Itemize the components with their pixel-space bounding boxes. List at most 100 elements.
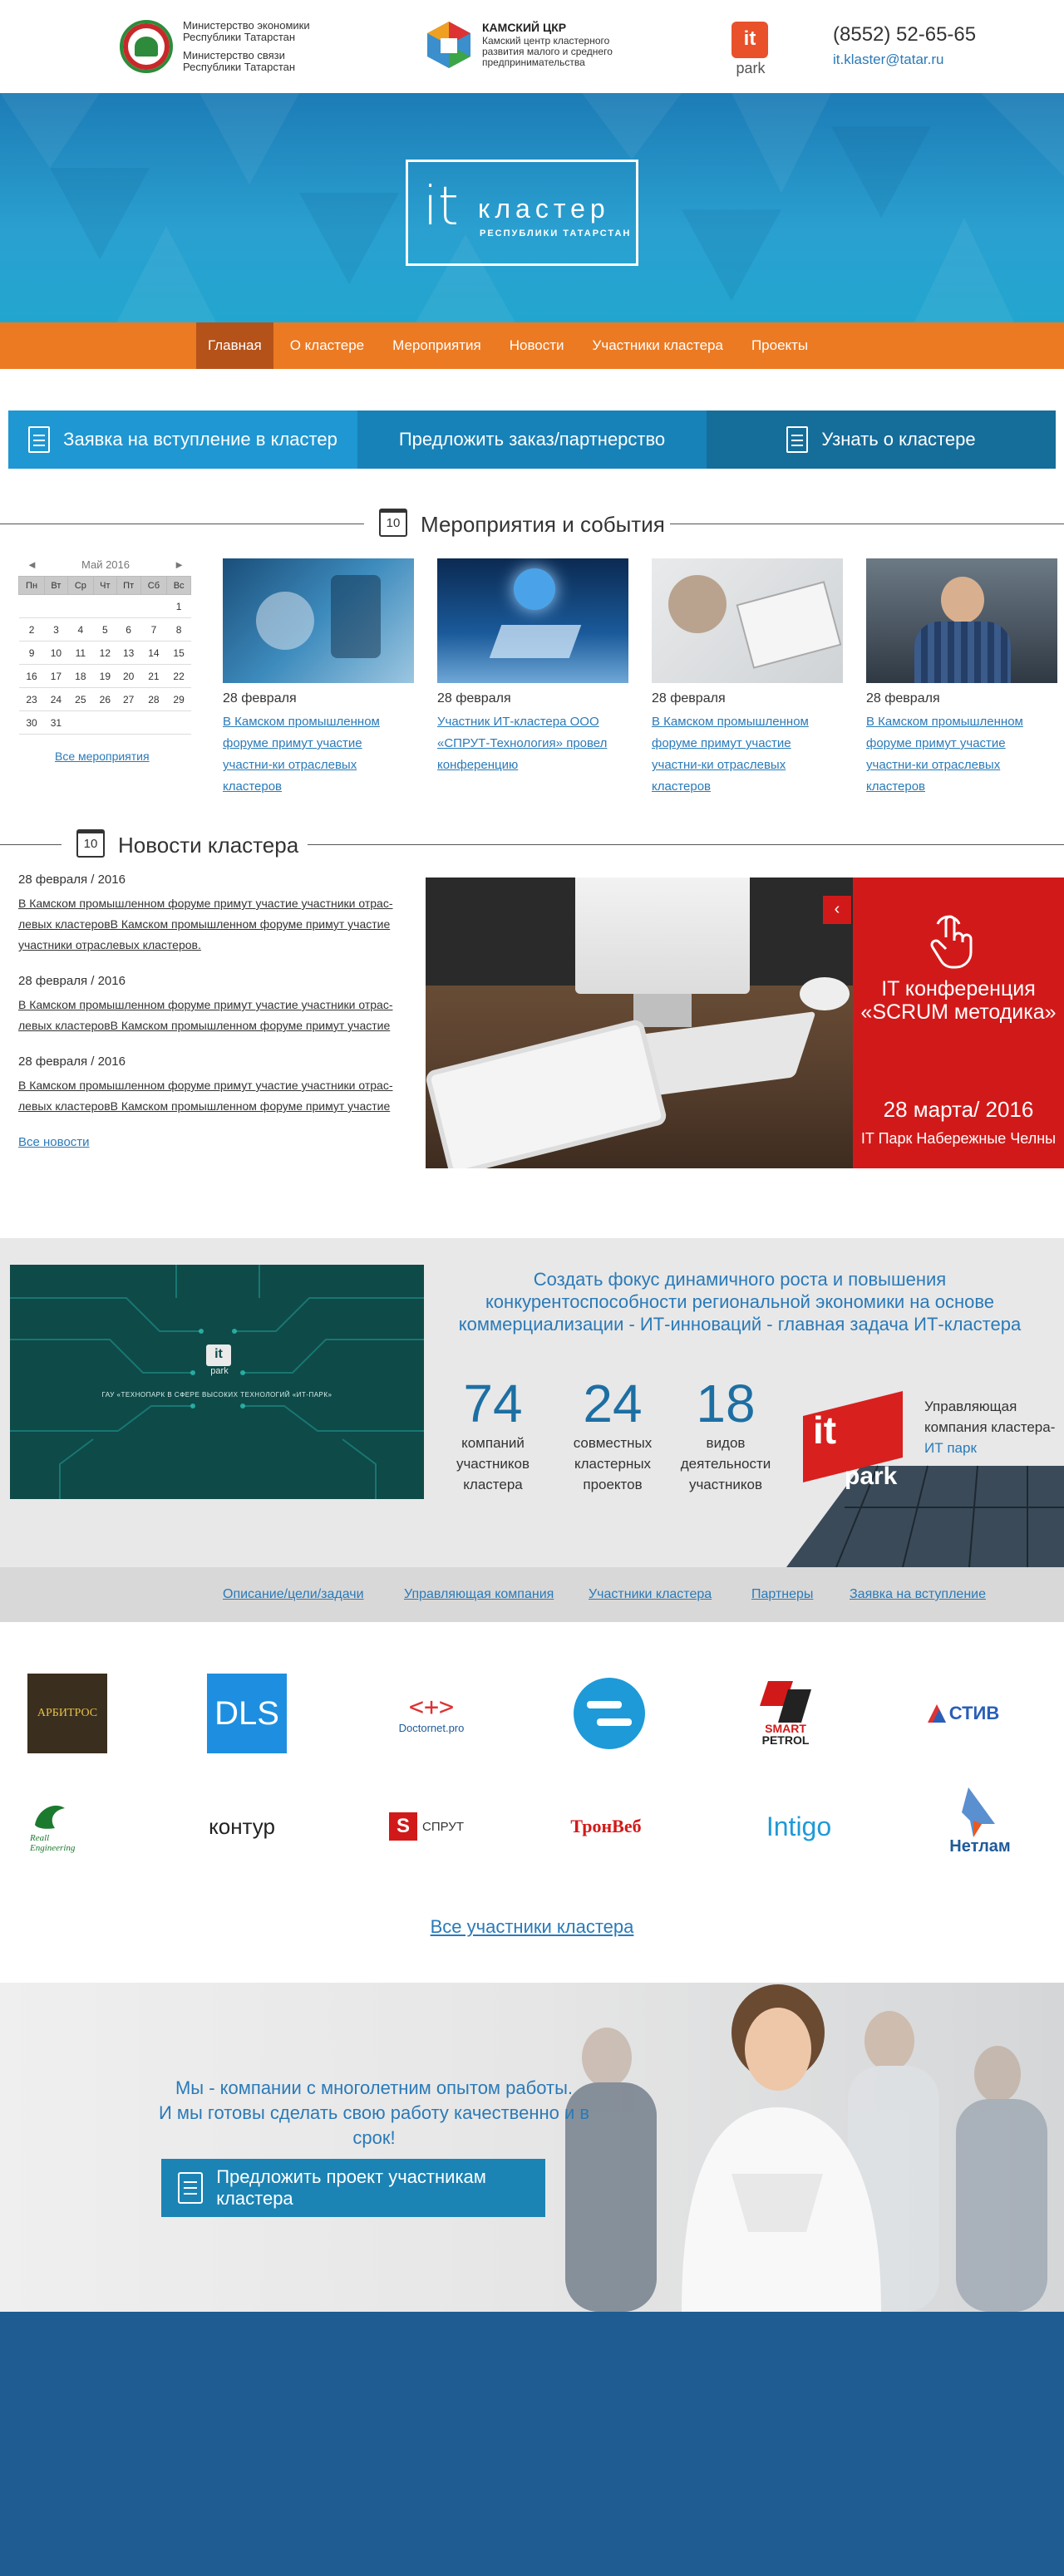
calendar-next-button[interactable]: ► — [174, 558, 185, 571]
calendar-prev-button[interactable]: ◄ — [27, 558, 37, 571]
calendar-day[interactable]: 22 — [166, 664, 191, 688]
news-text-link[interactable]: В Камском промышленном форуме примут уча… — [18, 995, 409, 1036]
sublink-members[interactable]: Участники кластера — [589, 1587, 712, 1602]
calendar-weekday: Ср — [66, 576, 94, 595]
partner-netkam[interactable]: Нетлам — [926, 1780, 1034, 1863]
calendar-day — [116, 594, 141, 618]
nav-item-members[interactable]: Участники кластера — [581, 322, 735, 369]
stat-projects: 24 совместных кластерных проектов — [559, 1374, 667, 1495]
event-card[interactable]: 28 февраля Участник ИТ-кластера ООО «СПР… — [437, 558, 628, 776]
partner-smart-petrol[interactable]: SMART PETROL — [732, 1672, 840, 1755]
itpark-logo[interactable]: it park — [732, 22, 770, 80]
event-card[interactable]: 28 февраля В Камском промышленном форуме… — [652, 558, 843, 798]
event-title-link[interactable]: В Камском промышленном форуме примут уча… — [866, 711, 1057, 798]
all-partners-link[interactable]: Все участники кластера — [0, 1916, 1064, 1938]
calendar-day[interactable]: 5 — [93, 617, 117, 642]
sublink-partners[interactable]: Партнеры — [751, 1587, 813, 1602]
nav-item-news[interactable]: Новости — [498, 322, 576, 369]
stat-companies: 74 компаний участников кластера — [439, 1374, 547, 1495]
email-link[interactable]: it.klaster@tatar.ru — [833, 52, 999, 68]
news-item[interactable]: 28 февраля / 2016 В Камском промышленном… — [18, 873, 409, 956]
learn-about-button[interactable]: Узнать о кластере — [707, 410, 1056, 469]
all-events-link[interactable]: Все мероприятия — [55, 750, 193, 763]
calendar-day[interactable]: 4 — [67, 617, 94, 642]
video-preview[interactable]: it park ГАУ «ТЕХНОПАРК В СФЕРЕ ВЫСОКИХ Т… — [10, 1265, 424, 1499]
nav-item-home[interactable]: Главная — [196, 322, 273, 369]
nav-item-projects[interactable]: Проекты — [740, 322, 820, 369]
event-card[interactable]: 28 февраля В Камском промышленном форуме… — [223, 558, 414, 798]
news-section-header: 10 Новости кластера — [0, 828, 1064, 861]
slider-prev-button[interactable]: ‹ — [823, 896, 851, 924]
calendar-day[interactable]: 31 — [44, 710, 68, 735]
event-date: 28 февраля — [652, 691, 726, 705]
event-title-link[interactable]: Участник ИТ-кластера ООО «СПРУТ-Технолог… — [437, 711, 628, 776]
hand-cursor-icon — [930, 915, 973, 969]
it-cluster-logo[interactable]: it кластер РЕСПУБЛИКИ ТАТАРСТАН — [406, 160, 638, 266]
news-text-link[interactable]: В Камском промышленном форуме примут уча… — [18, 893, 409, 956]
calendar-day[interactable]: 20 — [116, 664, 141, 688]
featured-event-card[interactable]: IT конференция «SCRUM методика» 28 марта… — [853, 878, 1064, 1168]
nav-item-events[interactable]: Мероприятия — [381, 322, 493, 369]
news-item[interactable]: 28 февраля / 2016 В Камском промышленном… — [18, 1054, 409, 1117]
calendar-day[interactable]: 26 — [93, 687, 117, 711]
nav-item-about[interactable]: О кластере — [278, 322, 376, 369]
propose-project-button[interactable]: Предложить проект участникам кластера — [161, 2159, 545, 2217]
calendar-day[interactable]: 19 — [93, 664, 117, 688]
offer-partnership-button[interactable]: Предложить заказ/партнерство — [357, 410, 707, 469]
event-title-link[interactable]: В Камском промышленном форуме примут уча… — [223, 711, 414, 798]
calendar-day[interactable]: 3 — [44, 617, 68, 642]
management-link[interactable]: ИТ парк — [924, 1440, 977, 1456]
calendar-day — [93, 710, 117, 735]
partner-kontur[interactable]: контур — [188, 1785, 296, 1868]
calendar-day[interactable]: 18 — [67, 664, 94, 688]
calendar-day[interactable]: 8 — [166, 617, 191, 642]
event-image-tablet — [437, 558, 628, 683]
calendar-day[interactable]: 25 — [67, 687, 94, 711]
all-news-link[interactable]: Все новости — [18, 1135, 90, 1149]
calendar-day[interactable]: 17 — [44, 664, 68, 688]
featured-news-image — [426, 878, 853, 1168]
news-text-link[interactable]: В Камском промышленном форуме примут уча… — [18, 1075, 409, 1117]
partner-tronweb[interactable]: ТронВеб — [552, 1785, 660, 1868]
calendar-day[interactable]: 6 — [116, 617, 141, 642]
kamsk-logo[interactable]: КАМСКИЙ ЦКР Камский центр кластерного ра… — [426, 20, 648, 70]
calendar-day[interactable]: 7 — [140, 617, 167, 642]
calendar-day[interactable]: 27 — [116, 687, 141, 711]
partner-dls[interactable]: DLS — [193, 1672, 301, 1755]
join-cluster-button[interactable]: Заявка на вступление в кластер — [8, 410, 357, 469]
sublink-description[interactable]: Описание/цели/задачи — [223, 1587, 364, 1602]
sublink-management[interactable]: Управляющая компания — [404, 1587, 554, 1602]
event-date: 28 февраля — [866, 691, 940, 705]
divider — [308, 844, 1064, 845]
partner-reall[interactable]: Reall Engineering — [13, 1785, 121, 1868]
partner-doctornet[interactable]: <+> Doctornet.pro — [377, 1672, 485, 1755]
calendar-day[interactable]: 16 — [18, 664, 45, 688]
calendar-day[interactable]: 9 — [18, 641, 45, 665]
sublink-join[interactable]: Заявка на вступление — [850, 1587, 986, 1602]
calendar-day[interactable]: 24 — [44, 687, 68, 711]
partner-intigo[interactable]: Intigo — [745, 1785, 853, 1868]
calendar-day[interactable]: 15 — [166, 641, 191, 665]
calendar-day[interactable]: 11 — [67, 641, 94, 665]
partner-sprut[interactable]: S СПРУТ — [372, 1785, 480, 1868]
partner-stiv[interactable]: СТИВ — [909, 1672, 1017, 1755]
calendar-day[interactable]: 10 — [44, 641, 68, 665]
ministry-logo[interactable]: Министерство экономики Республики Татарс… — [120, 20, 316, 73]
calendar-day[interactable]: 21 — [140, 664, 167, 688]
tatarstan-seal-icon — [120, 20, 173, 73]
partner-arbitros[interactable]: АРБИТРОС — [13, 1672, 121, 1755]
event-card[interactable]: 28 февраля В Камском промышленном форуме… — [866, 558, 1057, 798]
calendar-day[interactable]: 12 — [93, 641, 117, 665]
calendar-day[interactable]: 14 — [140, 641, 167, 665]
calendar-day[interactable]: 28 — [140, 687, 167, 711]
calendar-day[interactable]: 30 — [18, 710, 45, 735]
calendar-day[interactable]: 13 — [116, 641, 141, 665]
calendar-day[interactable]: 1 — [166, 594, 191, 618]
news-item[interactable]: 28 февраля / 2016 В Камском промышленном… — [18, 974, 409, 1036]
event-title-link[interactable]: В Камском промышленном форуме примут уча… — [652, 711, 843, 798]
calendar-day[interactable]: 29 — [166, 687, 191, 711]
partner-e-logo[interactable] — [555, 1672, 663, 1755]
calendar-day[interactable]: 2 — [18, 617, 45, 642]
calendar-day[interactable]: 23 — [18, 687, 45, 711]
phone-number[interactable]: (8552) 52-65-65 — [833, 23, 999, 47]
